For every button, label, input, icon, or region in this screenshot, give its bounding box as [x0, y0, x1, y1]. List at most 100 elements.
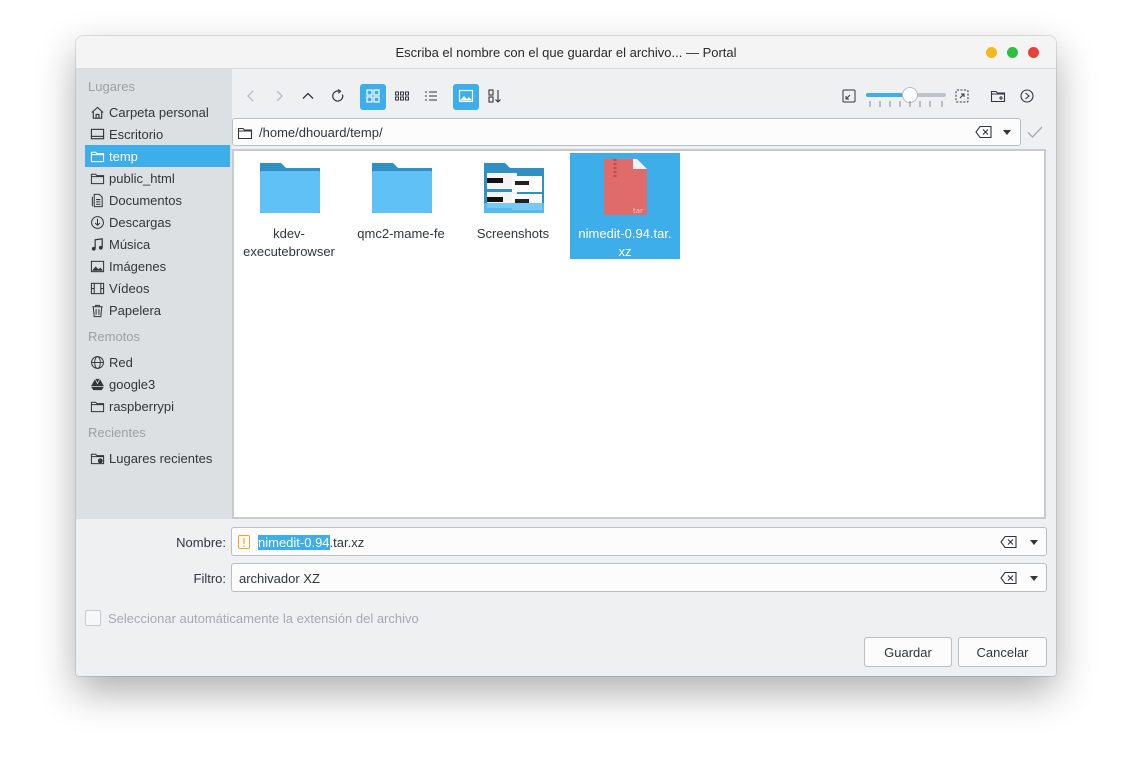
chevron-left-icon	[243, 88, 259, 107]
archive-icon: tar	[604, 159, 647, 215]
clear-filename-icon[interactable]	[1000, 534, 1018, 550]
sidebar-item-public-html[interactable]: public_html	[85, 167, 230, 189]
zoom-in-button[interactable]	[949, 84, 975, 110]
file-item-archive[interactable]: tar nimedit-0.94.tar. xz	[570, 153, 680, 259]
filename-input[interactable]: nimedit-0.94.tar.xz	[258, 535, 364, 550]
sidebar-item-label: Carpeta personal	[109, 104, 209, 120]
sidebar-item-label: Imágenes	[109, 258, 167, 274]
reload-icon	[330, 88, 346, 107]
chevron-down-icon[interactable]	[999, 124, 1015, 140]
video-icon	[89, 280, 105, 296]
sidebar-item-videos[interactable]: Vídeos	[85, 277, 230, 299]
forward-button[interactable]	[266, 84, 292, 110]
zoom-slider[interactable]	[866, 87, 946, 103]
file-item-folder[interactable]: qmc2-mame-fe	[346, 153, 456, 259]
sidebar-item-label: public_html	[109, 170, 175, 186]
sidebar-item-label: google3	[109, 376, 156, 392]
sidebar-item-documents[interactable]: Documentos	[85, 189, 230, 211]
zoom-in-icon	[954, 88, 970, 107]
compact-view-button[interactable]	[389, 84, 415, 110]
options-menu-button[interactable]	[1014, 84, 1040, 110]
sidebar-item-label: Descargas	[109, 214, 172, 230]
list-view-icon	[423, 88, 439, 107]
sidebar-item-network[interactable]: Red	[85, 351, 230, 373]
location-input[interactable]: /home/dhouard/temp/	[259, 125, 383, 140]
file-item-label: Screenshots	[476, 226, 550, 241]
music-icon	[89, 236, 105, 252]
file-dialog-window: Escriba el nombre con el que guardar el …	[76, 36, 1056, 676]
zoom-slider-ticks	[869, 101, 943, 107]
image-icon	[89, 258, 105, 274]
file-item-label: qmc2-mame-fe	[357, 226, 445, 241]
folder-icon	[372, 163, 432, 213]
filename-rest-text: .tar.xz	[329, 535, 365, 550]
folder-with-preview-icon	[484, 163, 544, 213]
parent-folder-button[interactable]	[295, 84, 321, 110]
clear-location-icon[interactable]	[975, 124, 993, 140]
filename-field[interactable]: nimedit-0.94.tar.xz	[231, 527, 1047, 556]
sidebar-item-label: raspberrypi	[109, 398, 175, 414]
maximize-button[interactable]	[1007, 47, 1018, 58]
zoom-out-button[interactable]	[836, 84, 862, 110]
back-button[interactable]	[238, 84, 264, 110]
confirm-location-icon[interactable]	[1026, 124, 1044, 140]
sort-button[interactable]	[482, 84, 508, 110]
sidebar-item-trash[interactable]: Papelera	[85, 299, 230, 321]
auto-extension-label: Seleccionar automáticamente la extensión…	[108, 611, 419, 626]
details-view-button[interactable]	[418, 84, 444, 110]
clear-filter-icon[interactable]	[1000, 570, 1018, 586]
chevron-down-icon[interactable]	[1026, 570, 1042, 586]
sidebar-item-music[interactable]: Música	[85, 233, 230, 255]
chevron-up-icon	[300, 88, 316, 107]
home-icon	[89, 104, 105, 120]
sidebar-section-recent: Recientes	[88, 425, 146, 440]
folder-icon	[89, 398, 105, 414]
sidebar-item-label: Música	[109, 236, 151, 252]
sidebar-section-remote: Remotos	[88, 329, 141, 344]
file-item-folder[interactable]: Screenshots	[458, 153, 568, 259]
folder-icon	[237, 125, 253, 144]
save-button[interactable]: Guardar	[864, 637, 952, 667]
filter-label: Filtro:	[193, 571, 227, 586]
sidebar-item-google3[interactable]: google3	[85, 373, 230, 395]
auto-extension-checkbox[interactable]	[85, 610, 101, 626]
sidebar-item-label: Red	[109, 354, 133, 370]
window-title: Escriba el nombre con el que guardar el …	[395, 45, 737, 60]
sidebar-item-desktop[interactable]: Escritorio	[85, 123, 230, 145]
chevron-down-icon[interactable]	[1026, 534, 1042, 550]
filename-selected-text: nimedit-0.94	[258, 535, 330, 550]
desktop-icon	[89, 126, 105, 142]
sidebar-item-raspberrypi[interactable]: raspberrypi	[85, 395, 230, 417]
new-folder-button[interactable]	[985, 84, 1011, 110]
cancel-button[interactable]: Cancelar	[958, 637, 1047, 667]
filter-value[interactable]: archivador XZ	[239, 571, 320, 586]
sidebar-item-recent-places[interactable]: Lugares recientes	[85, 447, 230, 469]
sidebar-item-pictures[interactable]: Imágenes	[85, 255, 230, 277]
sidebar-item-label: Papelera	[109, 302, 162, 318]
zoom-out-icon	[841, 88, 857, 107]
cancel-button-label: Cancelar	[976, 644, 1029, 660]
close-button[interactable]	[1028, 47, 1039, 58]
image-preview-icon	[458, 88, 474, 107]
filter-select[interactable]: archivador XZ	[231, 563, 1047, 592]
sidebar-item-downloads[interactable]: Descargas	[85, 211, 230, 233]
sidebar-item-temp[interactable]: temp	[85, 145, 230, 167]
sidebar-item-label: Vídeos	[109, 280, 150, 296]
sort-icon	[487, 88, 503, 107]
name-label: Nombre:	[176, 535, 226, 550]
file-item-folder[interactable]: kdev-executebrowser	[234, 153, 344, 259]
file-view[interactable]: kdev-executebrowser qmc2-mame-fe Screens…	[232, 149, 1046, 519]
icon-view-button[interactable]	[360, 84, 386, 110]
reload-button[interactable]	[325, 84, 351, 110]
location-bar[interactable]: /home/dhouard/temp/	[232, 118, 1021, 146]
title-bar[interactable]: Escriba el nombre con el que guardar el …	[76, 36, 1056, 69]
minimize-button[interactable]	[986, 47, 997, 58]
preview-toggle-button[interactable]	[453, 84, 479, 110]
sidebar-section-places: Lugares	[88, 79, 135, 94]
file-item-label: nimedit-0.94.tar. xz	[578, 226, 672, 259]
chevron-right-icon	[271, 88, 287, 107]
sidebar-item-home[interactable]: Carpeta personal	[85, 101, 230, 123]
sidebar-item-label: Lugares recientes	[109, 450, 213, 466]
folder-icon	[89, 170, 105, 186]
folder-icon	[89, 148, 105, 164]
